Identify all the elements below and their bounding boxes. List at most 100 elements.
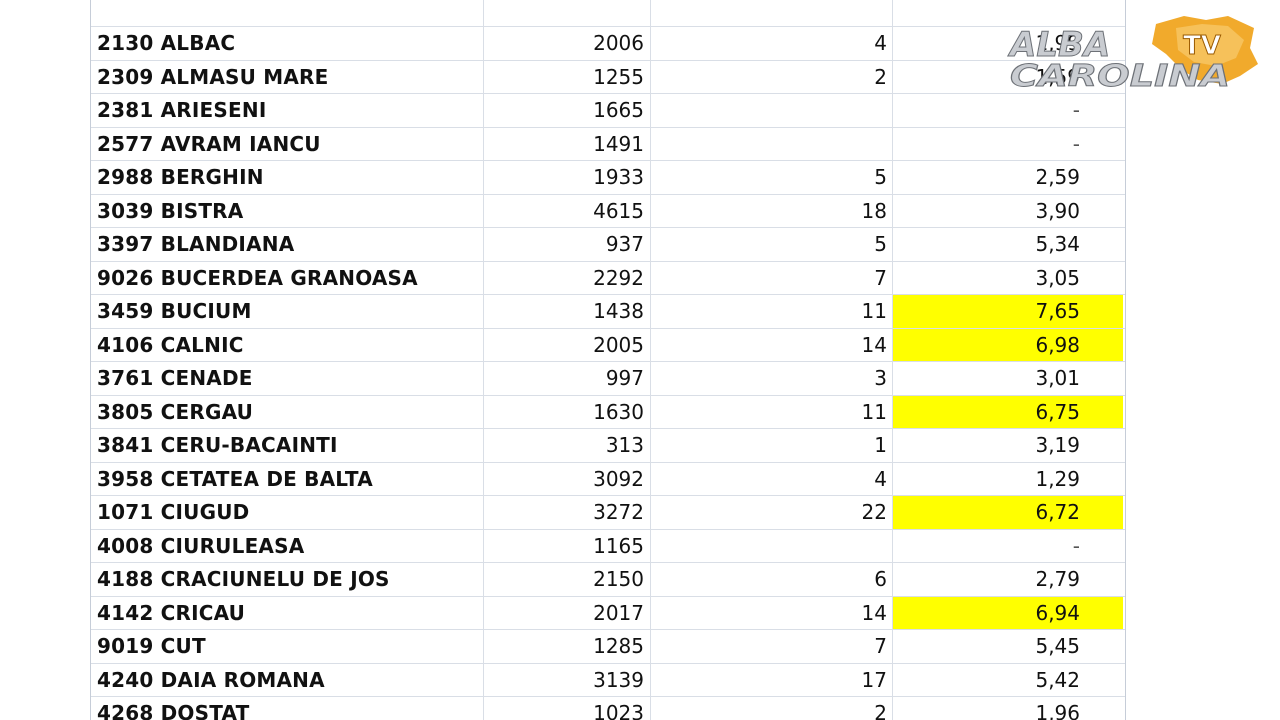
cell-population: 4615: [484, 194, 651, 227]
header-cell-name: [91, 0, 484, 26]
cell-population: 997: [484, 362, 651, 395]
cell-incidence-rate: 6,94: [893, 596, 1123, 629]
cell-locality-name: 2577 AVRAM IANCU: [91, 127, 484, 160]
cell-locality-name: 3397 BLANDIANA: [91, 228, 484, 261]
cell-locality-name: 4008 CIURULEASA: [91, 529, 484, 562]
cell-cases: 5: [651, 161, 893, 194]
cell-cases: 5: [651, 228, 893, 261]
cell-locality-name: 9026 BUCERDEA GRANOASA: [91, 261, 484, 294]
table-row: 3805 CERGAU 1630 11 6,75: [91, 395, 1125, 429]
cell-locality-name: 3805 CERGAU: [91, 395, 484, 428]
cell-population: 1165: [484, 529, 651, 562]
table-row: 2577 AVRAM IANCU 1491 -: [91, 127, 1125, 161]
table-row: 4142 CRICAU 2017 14 6,94: [91, 596, 1125, 630]
cell-cases: [651, 529, 893, 562]
cell-locality-name: 3459 BUCIUM: [91, 295, 484, 328]
cell-locality-name: 1071 CIUGUD: [91, 496, 484, 529]
screenshot-stage: 2130 ALBAC 2006 4 1,99 2309 ALMASU MARE 1255 2…: [0, 0, 1280, 720]
cell-incidence-rate: 5,45: [1035, 634, 1080, 658]
cell-locality-name: 3958 CETATEA DE BALTA: [91, 462, 484, 495]
table-header-stub: [91, 0, 1125, 27]
cell-incidence-rate: 1,96: [1035, 701, 1080, 720]
cell-locality-name: 4240 DAIA ROMANA: [91, 663, 484, 696]
cell-incidence-rate: 6,98: [893, 328, 1123, 361]
cell-incidence-rate: 5,42: [1035, 667, 1080, 692]
logo-badge-text: TV: [1183, 31, 1221, 61]
cell-population: 1438: [484, 295, 651, 328]
cell-population: 1023: [484, 697, 651, 720]
cell-population: 1255: [484, 60, 651, 93]
cell-population: 2017: [484, 596, 651, 629]
spreadsheet-table: 2130 ALBAC 2006 4 1,99 2309 ALMASU MARE 1255 2…: [90, 0, 1126, 720]
table-row: 4240 DAIA ROMANA 3139 17 5,42: [91, 663, 1125, 697]
cell-cases: 7: [651, 261, 893, 294]
cell-incidence-rate: 3,90: [1035, 198, 1080, 223]
cell-population: 1285: [484, 630, 651, 663]
cell-incidence-rate: 5,34: [1035, 232, 1080, 256]
table-row: 1071 CIUGUD 3272 22 6,72: [91, 496, 1125, 530]
table-row: 3761 CENADE 997 3 3,01: [91, 362, 1125, 396]
cell-population: 3092: [484, 462, 651, 495]
cell-cases: 17: [651, 663, 893, 696]
cell-cases: 22: [651, 496, 893, 529]
cell-cases: 11: [651, 395, 893, 428]
table-row: 3841 CERU-BACAINTI 313 1 3,19: [91, 429, 1125, 463]
table-row: 2988 BERGHIN 1933 5 2,59: [91, 161, 1125, 195]
cell-incidence-rate: 6,75: [893, 395, 1123, 428]
cell-population: 1630: [484, 395, 651, 428]
logo-text-carolina: CAROLINA: [1010, 59, 1230, 94]
cell-cases: 4: [651, 462, 893, 495]
cell-population: 937: [484, 228, 651, 261]
cell-population: 1491: [484, 127, 651, 160]
header-cell-cases: [651, 0, 893, 26]
cell-locality-name: 3039 BISTRA: [91, 194, 484, 227]
cell-locality-name: 3761 CENADE: [91, 362, 484, 395]
cell-incidence-rate: -: [1072, 98, 1080, 122]
table-row: 9019 CUT 1285 7 5,45: [91, 630, 1125, 664]
cell-population: 1933: [484, 161, 651, 194]
cell-cases: 2: [651, 60, 893, 93]
cell-incidence-rate: 3,19: [1035, 433, 1080, 457]
cell-cases: [651, 94, 893, 127]
header-cell-population: [484, 0, 651, 26]
cell-incidence-rate: 2,59: [1035, 165, 1080, 189]
cell-population: 3272: [484, 496, 651, 529]
cell-cases: 11: [651, 295, 893, 328]
cell-cases: 18: [651, 194, 893, 227]
cell-locality-name: 4106 CALNIC: [91, 328, 484, 361]
cell-locality-name: 9019 CUT: [91, 630, 484, 663]
cell-cases: 6: [651, 563, 893, 596]
cell-population: 3139: [484, 663, 651, 696]
table-row: 4268 DOSTAT 1023 2 1,96: [91, 697, 1125, 720]
cell-population: 1665: [484, 94, 651, 127]
cell-locality-name: 4268 DOSTAT: [91, 697, 484, 720]
table-row: 4106 CALNIC 2005 14 6,98: [91, 328, 1125, 362]
cell-incidence-rate: 3,05: [1035, 265, 1080, 290]
cell-cases: 4: [651, 27, 893, 60]
cell-cases: 2: [651, 697, 893, 720]
table-row: 4188 CRACIUNELU DE JOS 2150 6 2,79: [91, 563, 1125, 597]
table-row: 4008 CIURULEASA 1165 -: [91, 529, 1125, 563]
table-row: 3958 CETATEA DE BALTA 3092 4 1,29: [91, 462, 1125, 496]
cell-locality-name: 4142 CRICAU: [91, 596, 484, 629]
cell-incidence-rate: -: [1072, 131, 1080, 156]
cell-population: 2150: [484, 563, 651, 596]
cell-cases: 7: [651, 630, 893, 663]
cell-locality-name: 2130 ALBAC: [91, 27, 484, 60]
table-row: 2309 ALMASU MARE 1255 2 1,59: [91, 60, 1125, 94]
cell-population: 2005: [484, 328, 651, 361]
cell-cases: 14: [651, 328, 893, 361]
cell-incidence-rate: 1,29: [1035, 466, 1080, 491]
cell-population: 2292: [484, 261, 651, 294]
table-row: 9026 BUCERDEA GRANOASA 2292 7 3,05: [91, 261, 1125, 295]
cell-locality-name: 3841 CERU-BACAINTI: [91, 429, 484, 462]
table-row: 3039 BISTRA 4615 18 3,90: [91, 194, 1125, 228]
cell-incidence-rate: -: [1072, 533, 1080, 558]
cell-locality-name: 2988 BERGHIN: [91, 161, 484, 194]
cell-cases: 3: [651, 362, 893, 395]
cell-locality-name: 2381 ARIESENI: [91, 94, 484, 127]
cell-incidence-rate: 7,65: [893, 295, 1123, 328]
cell-population: 2006: [484, 27, 651, 60]
table-row: 3459 BUCIUM 1438 11 7,65: [91, 295, 1125, 329]
cell-cases: [651, 127, 893, 160]
